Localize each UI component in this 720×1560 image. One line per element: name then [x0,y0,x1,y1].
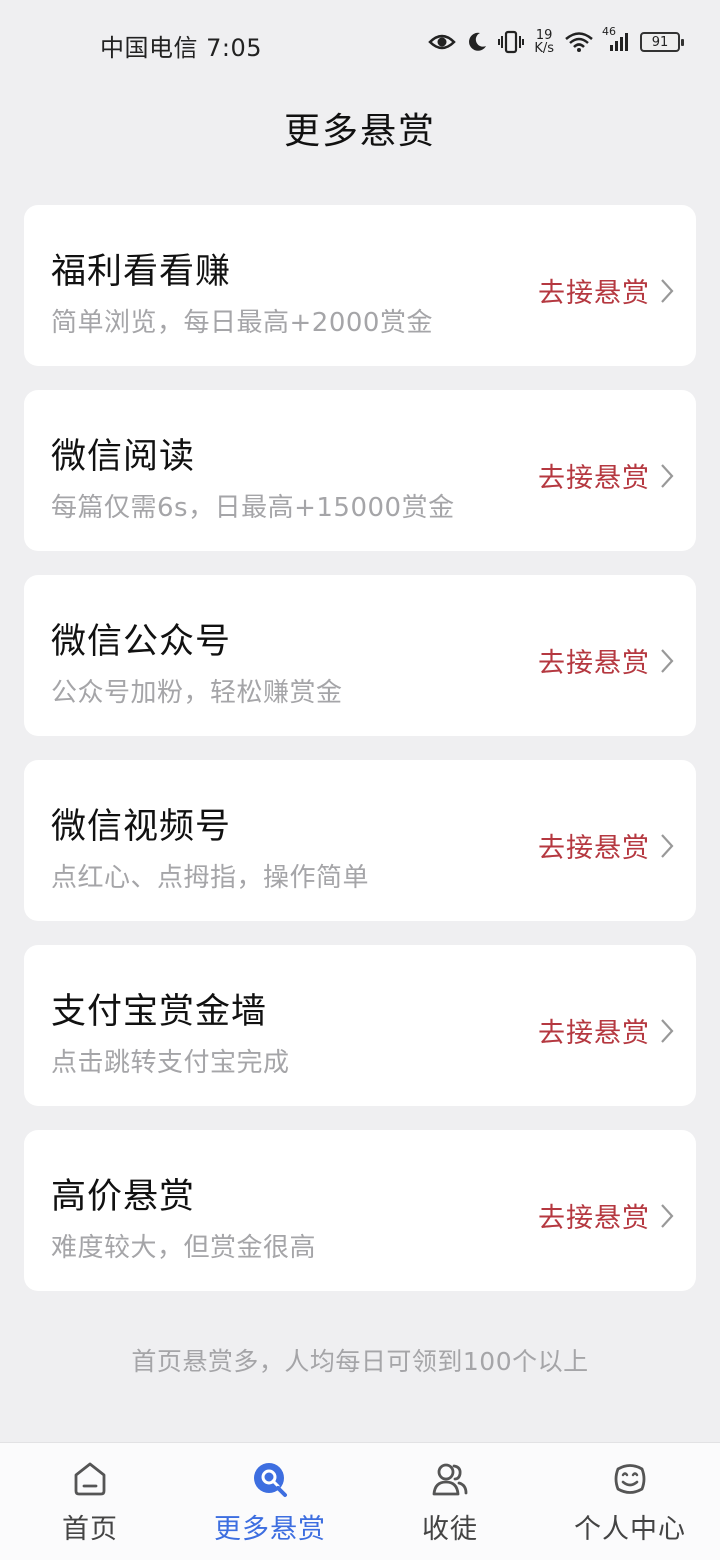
accept-reward-label: 去接悬赏 [538,648,650,679]
chevron-right-icon [661,833,674,858]
battery-level: 91 [651,34,669,50]
accept-reward-button[interactable]: 去接悬赏 [538,456,674,495]
cell-signal: 46 [602,25,630,53]
tab-label: 个人中心 [574,1514,686,1545]
accept-reward-button[interactable]: 去接悬赏 [538,1011,674,1050]
card-title: 微信视频号 [51,807,232,847]
net-speed-unit: K/s [534,41,554,56]
reward-card[interactable]: 支付宝赏金墙 点击跳转支付宝完成 去接悬赏 [24,945,696,1106]
chevron-right-icon [661,278,674,303]
status-icons: 19 K/s 46 91 [428,25,684,58]
card-title: 微信阅读 [51,437,196,477]
card-subtitle: 每篇仅需6s，日最高+15000赏金 [51,493,455,523]
accept-reward-label: 去接悬赏 [538,463,650,494]
reward-card[interactable]: 福利看看赚 简单浏览，每日最高+2000赏金 去接悬赏 [24,205,696,366]
reward-card[interactable]: 高价悬赏 难度较大，但赏金很高 去接悬赏 [24,1130,696,1291]
card-title: 微信公众号 [51,622,232,662]
reward-card[interactable]: 微信视频号 点红心、点拇指，操作简单 去接悬赏 [24,760,696,921]
vibrate-icon [498,30,525,54]
status-bar: 中国电信 7:05 19 K/s 46 91 [0,0,720,84]
card-title: 支付宝赏金墙 [51,992,268,1032]
tab-more-rewards[interactable]: 更多悬赏 [180,1443,360,1560]
chevron-right-icon [661,463,674,488]
signal-label: 46 [602,25,616,38]
home-icon [74,1462,106,1496]
chevron-right-icon [661,1203,674,1228]
reward-card-list: 福利看看赚 简单浏览，每日最高+2000赏金 去接悬赏 微信阅读 每篇仅需6s，… [24,205,696,1315]
bottom-tab-bar: 首页 更多悬赏 收徒 个人中心 [0,1442,720,1560]
card-title: 高价悬赏 [51,1177,196,1217]
chevron-right-icon [661,648,674,673]
tab-label: 更多悬赏 [214,1514,326,1545]
tab-apprentice[interactable]: 收徒 [360,1443,540,1560]
carrier-time: 中国电信 7:05 [100,34,263,62]
card-subtitle: 点击跳转支付宝完成 [51,1048,290,1078]
accept-reward-button[interactable]: 去接悬赏 [538,1196,674,1235]
smiley-icon [614,1464,646,1494]
accept-reward-label: 去接悬赏 [538,1018,650,1049]
tab-home[interactable]: 首页 [0,1443,180,1560]
reward-card[interactable]: 微信阅读 每篇仅需6s，日最高+15000赏金 去接悬赏 [24,390,696,551]
card-subtitle: 简单浏览，每日最高+2000赏金 [51,308,433,338]
friends-icon [432,1463,468,1496]
net-speed: 19 K/s [534,29,554,55]
tab-label: 收徒 [422,1514,478,1545]
accept-reward-button[interactable]: 去接悬赏 [538,641,674,680]
page-title: 更多悬赏 [283,111,436,152]
wifi-icon [565,32,593,52]
moon-icon [469,32,487,51]
reward-card[interactable]: 微信公众号 公众号加粉，轻松赚赏金 去接悬赏 [24,575,696,736]
search-bubble-icon [254,1463,287,1497]
tab-personal-center[interactable]: 个人中心 [540,1443,720,1560]
accept-reward-button[interactable]: 去接悬赏 [538,826,674,865]
footer-note: 首页悬赏多，人均每日可领到100个以上 [131,1347,589,1376]
card-title: 福利看看赚 [51,252,232,292]
accept-reward-button[interactable]: 去接悬赏 [538,271,674,310]
card-subtitle: 公众号加粉，轻松赚赏金 [51,678,343,708]
accept-reward-label: 去接悬赏 [538,1203,650,1234]
battery-icon: 91 [640,32,684,52]
tab-label: 首页 [62,1514,118,1545]
card-subtitle: 难度较大，但赏金很高 [51,1233,317,1263]
chevron-right-icon [661,1018,674,1043]
eye-icon [428,34,457,50]
accept-reward-label: 去接悬赏 [538,833,650,864]
accept-reward-label: 去接悬赏 [538,278,650,309]
card-subtitle: 点红心、点拇指，操作简单 [51,863,370,893]
